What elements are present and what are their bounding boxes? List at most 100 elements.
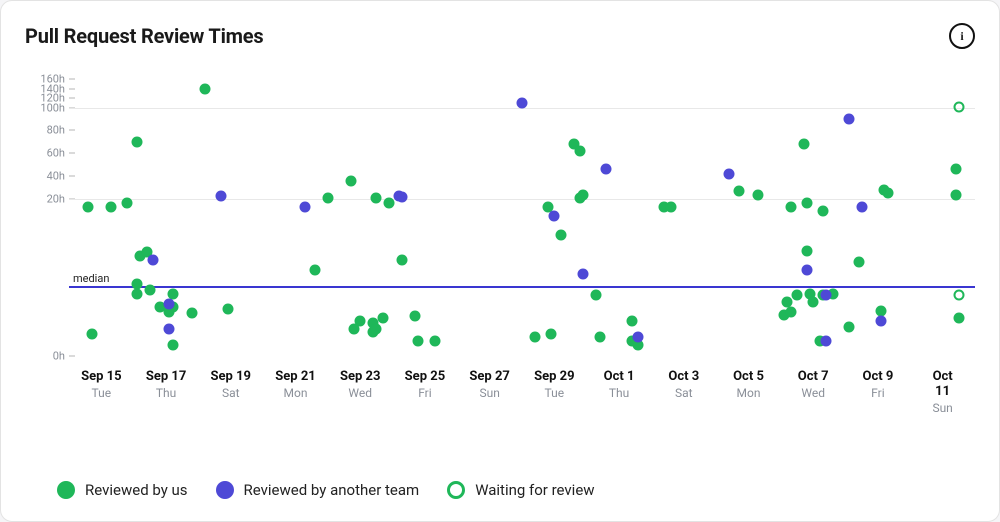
data-point[interactable]: [371, 192, 382, 203]
data-point[interactable]: [384, 198, 395, 209]
data-point[interactable]: [843, 114, 854, 125]
y-tick-mark: [69, 356, 75, 357]
legend: Reviewed by us Reviewed by another team …: [57, 481, 975, 499]
data-point[interactable]: [222, 304, 233, 315]
data-point[interactable]: [371, 324, 382, 335]
data-point[interactable]: [594, 332, 605, 343]
gridline: [69, 199, 975, 200]
chart: 0h20h40h60h80h100h120h140h160hmedian Sep…: [25, 59, 975, 411]
median-line: [69, 286, 975, 288]
data-point[interactable]: [377, 312, 388, 323]
data-point[interactable]: [529, 332, 540, 343]
data-point[interactable]: [216, 190, 227, 201]
card-title: Pull Request Review Times: [25, 24, 263, 48]
data-point[interactable]: [876, 316, 887, 327]
data-point[interactable]: [106, 202, 117, 213]
card-header: Pull Request Review Times i: [25, 23, 975, 49]
x-tick-label: Oct 3Sat: [668, 369, 699, 400]
data-point[interactable]: [798, 139, 809, 150]
data-point[interactable]: [167, 288, 178, 299]
data-point[interactable]: [950, 189, 961, 200]
legend-swatch-waiting: [447, 481, 465, 499]
data-point[interactable]: [345, 175, 356, 186]
data-point[interactable]: [164, 324, 175, 335]
data-point[interactable]: [164, 299, 175, 310]
data-point[interactable]: [144, 284, 155, 295]
data-point[interactable]: [801, 245, 812, 256]
data-point[interactable]: [665, 202, 676, 213]
data-point[interactable]: [578, 189, 589, 200]
data-point[interactable]: [397, 191, 408, 202]
data-point[interactable]: [953, 290, 964, 301]
y-tick-mark: [69, 153, 75, 154]
data-point[interactable]: [591, 290, 602, 301]
card: Pull Request Review Times i 0h20h40h60h8…: [0, 0, 1000, 522]
data-point[interactable]: [410, 311, 421, 322]
data-point[interactable]: [882, 188, 893, 199]
data-point[interactable]: [843, 321, 854, 332]
x-tick-label: Oct 9Fri: [863, 369, 894, 400]
data-point[interactable]: [131, 288, 142, 299]
data-point[interactable]: [821, 290, 832, 301]
data-point[interactable]: [517, 97, 528, 108]
plot-area: 0h20h40h60h80h100h120h140h160hmedian: [69, 79, 975, 365]
data-point[interactable]: [413, 335, 424, 346]
data-point[interactable]: [83, 202, 94, 213]
info-icon[interactable]: i: [949, 23, 975, 49]
y-tick-label: 20h: [25, 193, 65, 206]
data-point[interactable]: [546, 329, 557, 340]
x-tick-label: Sep 21Mon: [275, 369, 316, 400]
data-point[interactable]: [199, 83, 210, 94]
data-point[interactable]: [322, 192, 333, 203]
y-tick-label: 40h: [25, 170, 65, 183]
data-point[interactable]: [753, 189, 764, 200]
y-tick-mark: [69, 130, 75, 131]
y-tick-label: 60h: [25, 147, 65, 160]
x-tick-label: Sep 25Fri: [405, 369, 446, 400]
data-point[interactable]: [792, 290, 803, 301]
data-point[interactable]: [575, 146, 586, 157]
data-point[interactable]: [300, 202, 311, 213]
y-tick-label: 0h: [25, 350, 65, 363]
data-point[interactable]: [397, 255, 408, 266]
data-point[interactable]: [821, 335, 832, 346]
data-point[interactable]: [167, 340, 178, 351]
data-point[interactable]: [724, 168, 735, 179]
data-point[interactable]: [309, 265, 320, 276]
data-point[interactable]: [86, 329, 97, 340]
data-point[interactable]: [633, 332, 644, 343]
x-tick-label: Sep 17Thu: [146, 369, 187, 400]
legend-item-waiting: Waiting for review: [447, 481, 594, 499]
data-point[interactable]: [148, 255, 159, 266]
data-point[interactable]: [122, 198, 133, 209]
data-point[interactable]: [950, 164, 961, 175]
data-point[interactable]: [853, 257, 864, 268]
data-point[interactable]: [186, 308, 197, 319]
data-point[interactable]: [555, 229, 566, 240]
data-point[interactable]: [856, 202, 867, 213]
data-point[interactable]: [817, 206, 828, 217]
data-point[interactable]: [801, 198, 812, 209]
data-point[interactable]: [785, 202, 796, 213]
x-tick-label: Oct 1Thu: [604, 369, 635, 400]
x-tick-label: Sep 19Sat: [211, 369, 252, 400]
data-point[interactable]: [578, 268, 589, 279]
data-point[interactable]: [785, 306, 796, 317]
legend-label-other: Reviewed by another team: [244, 481, 420, 499]
data-point[interactable]: [355, 316, 366, 327]
data-point[interactable]: [801, 265, 812, 276]
data-point[interactable]: [627, 316, 638, 327]
data-point[interactable]: [131, 136, 142, 147]
legend-label-waiting: Waiting for review: [475, 481, 594, 499]
data-point[interactable]: [953, 101, 964, 112]
data-point[interactable]: [549, 210, 560, 221]
data-point[interactable]: [808, 296, 819, 307]
info-glyph: i: [960, 29, 963, 44]
data-point[interactable]: [601, 164, 612, 175]
data-point[interactable]: [733, 186, 744, 197]
data-point[interactable]: [429, 335, 440, 346]
y-tick-mark: [69, 176, 75, 177]
data-point[interactable]: [876, 305, 887, 316]
data-point[interactable]: [953, 312, 964, 323]
legend-swatch-other: [216, 481, 234, 499]
